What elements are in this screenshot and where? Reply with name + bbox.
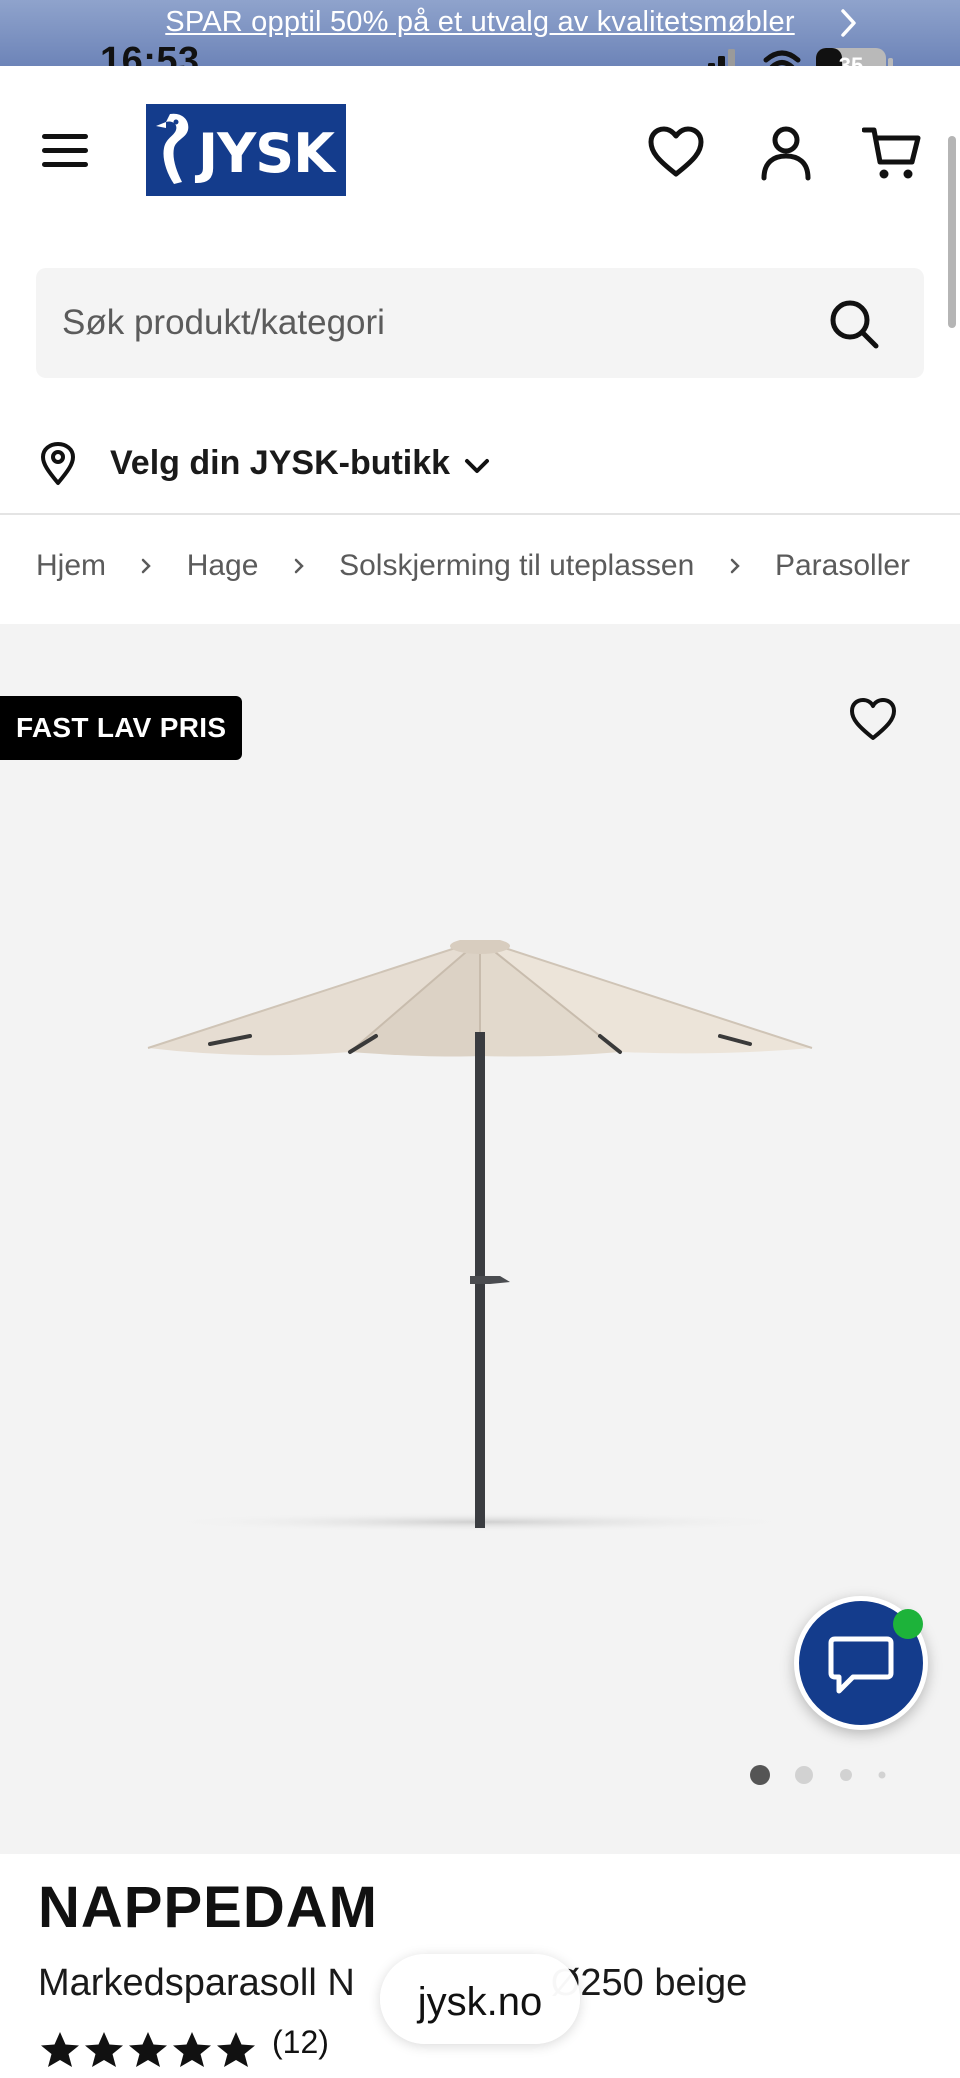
store-picker[interactable]: Velg din JYSK-butikk: [36, 432, 536, 496]
menu-icon[interactable]: [38, 126, 92, 176]
browser-url[interactable]: jysk.no: [380, 1980, 580, 2025]
product-gallery[interactable]: FAST LAV PRIS: [0, 624, 960, 1854]
cart-icon[interactable]: [862, 124, 922, 182]
online-indicator: [893, 1609, 923, 1639]
goose-logo-icon: [156, 113, 189, 184]
heart-icon[interactable]: [848, 696, 898, 744]
promo-text[interactable]: SPAR opptil 50% på et utvalg av kvalitet…: [0, 6, 960, 39]
breadcrumb-item-solskjerming[interactable]: Solskjerming til uteplassen: [339, 549, 694, 583]
breadcrumb: Hjem Hage Solskjerming til uteplassen Pa…: [36, 548, 924, 592]
logo-text: JYSK: [198, 122, 335, 185]
breadcrumb-item-parasoller[interactable]: Parasoller: [775, 549, 910, 583]
search-bar[interactable]: [36, 268, 924, 378]
jysk-logo[interactable]: JYSK: [146, 104, 346, 196]
product-rating[interactable]: (12): [38, 2022, 438, 2070]
chevron-right-icon: [142, 558, 152, 574]
image-pagination[interactable]: [748, 1762, 896, 1788]
search-icon[interactable]: [828, 298, 880, 350]
chevron-right-icon[interactable]: [832, 6, 866, 40]
page-scrollbar[interactable]: [948, 136, 956, 328]
chat-bubble-icon: [828, 1636, 894, 1694]
search-input[interactable]: [62, 268, 802, 378]
parasol-image: [147, 940, 813, 1532]
store-label[interactable]: Velg din JYSK-butikk: [110, 444, 450, 483]
product-brand: NAPPEDAM: [38, 1875, 378, 1940]
review-count[interactable]: (12): [272, 2024, 329, 2061]
chevron-right-icon: [730, 558, 740, 574]
star-rating-icon: [41, 2032, 255, 2067]
breadcrumb-item-hjem[interactable]: Hjem: [36, 549, 106, 583]
site-header: JYSK: [0, 66, 960, 236]
chevron-down-icon[interactable]: [462, 452, 492, 480]
heart-icon[interactable]: [646, 124, 706, 182]
location-pin-icon: [41, 442, 75, 485]
product-subtitle-start: Markedsparasoll N: [38, 1962, 355, 2004]
browser-url-pill[interactable]: jysk.no: [380, 1954, 580, 2044]
price-badge: FAST LAV PRIS: [0, 696, 243, 760]
chat-button[interactable]: [794, 1596, 928, 1730]
user-icon[interactable]: [756, 124, 816, 182]
product-subtitle-end: Ø250 beige: [550, 1962, 748, 2004]
chevron-right-icon: [294, 558, 304, 574]
divider: [0, 513, 960, 515]
breadcrumb-item-hage[interactable]: Hage: [187, 549, 259, 583]
